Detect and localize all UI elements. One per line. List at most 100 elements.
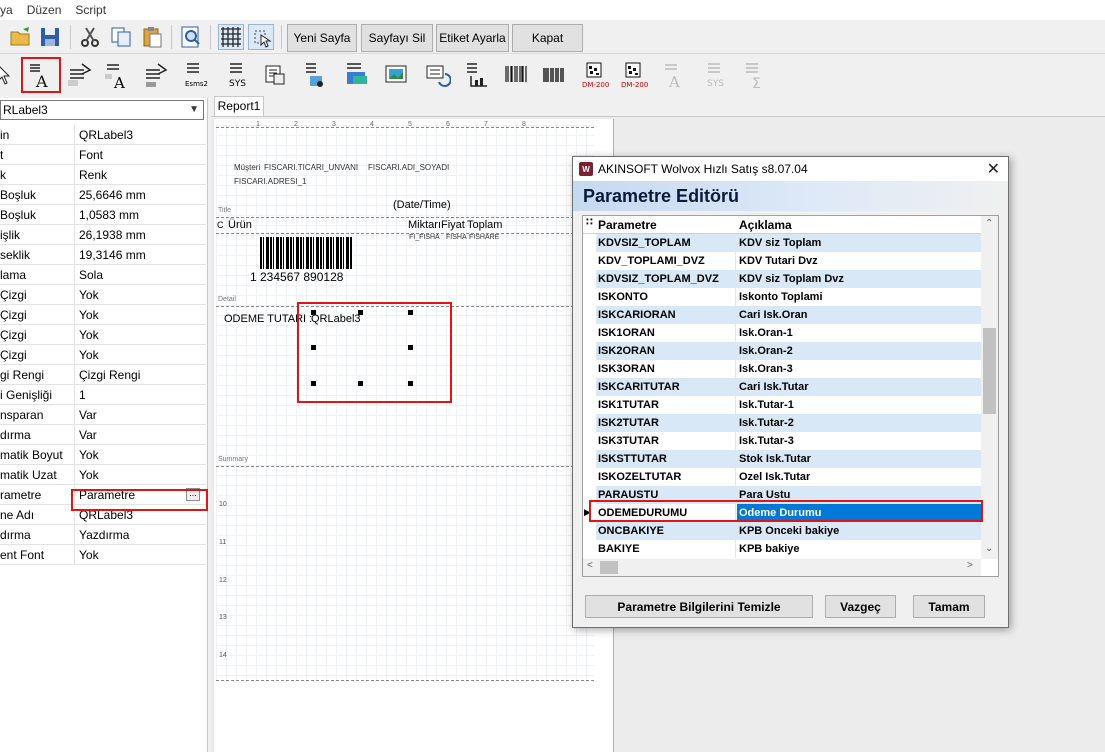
scroll-left-icon[interactable]: < bbox=[587, 560, 593, 571]
adi-soyadi-field[interactable]: FISCARI.ADI_SOYADI bbox=[368, 163, 449, 172]
property-value[interactable]: 1 bbox=[79, 385, 86, 405]
scroll-thumb[interactable] bbox=[600, 561, 618, 574]
property-row[interactable]: dırma Yazdırma bbox=[0, 525, 206, 545]
dbtext-tool-icon[interactable] bbox=[65, 59, 97, 91]
label-tool-icon[interactable]: A bbox=[21, 57, 61, 93]
property-row[interactable]: matik Uzat Yok bbox=[0, 465, 206, 485]
property-row[interactable]: Çizgi Yok bbox=[0, 345, 206, 365]
miktar-label[interactable]: Miktarı bbox=[408, 219, 441, 231]
parameter-row[interactable]: ISK2ORAN Isk.Oran-2 bbox=[596, 342, 981, 360]
parameter-row[interactable]: KDVSIZ_TOPLAM_DVZ KDV siz Toplam Dvz bbox=[596, 270, 981, 288]
vertical-scrollbar[interactable]: ⌃ ⌄ bbox=[981, 216, 998, 559]
scroll-right-icon[interactable]: > bbox=[967, 560, 973, 571]
parameter-cell[interactable]: ISKONTO bbox=[596, 288, 736, 306]
subdetail-tool-icon[interactable] bbox=[420, 59, 452, 91]
esms-tool-icon[interactable]: Esms2 bbox=[180, 59, 212, 91]
property-value[interactable]: Var bbox=[79, 425, 97, 445]
property-row[interactable]: dırma Var bbox=[0, 425, 206, 445]
property-value[interactable]: Font bbox=[79, 145, 103, 165]
snap-to-grid-icon[interactable] bbox=[248, 24, 274, 50]
property-row[interactable]: gi Rengi Çizgi Rengi bbox=[0, 365, 206, 385]
parameter-row[interactable]: ISKSTTUTAR Stok Isk.Tutar bbox=[596, 450, 981, 468]
description-cell[interactable]: Isk.Oran-3 bbox=[737, 360, 981, 378]
property-value[interactable]: Çizgi Rengi bbox=[79, 365, 140, 385]
property-row[interactable]: in QRLabel3 bbox=[0, 125, 206, 145]
property-value[interactable]: Yok bbox=[79, 345, 99, 365]
toplam-label[interactable]: Toplam bbox=[467, 219, 502, 231]
parameter-row[interactable]: ISKOZELTUTAR Ozel Isk.Tutar bbox=[596, 468, 981, 486]
memo-tool-icon[interactable] bbox=[141, 59, 173, 91]
parameter-row[interactable]: ISKONTO Iskonto Toplami bbox=[596, 288, 981, 306]
adres-field[interactable]: FISCARI.ADRESI_1 bbox=[234, 177, 306, 186]
barcode-image[interactable] bbox=[260, 237, 353, 269]
barcode-tool-icon[interactable] bbox=[500, 59, 532, 91]
parameter-cell[interactable]: KDVSIZ_TOPLAM_DVZ bbox=[596, 270, 736, 288]
system-data-tool-icon[interactable]: SYS bbox=[221, 59, 253, 91]
description-cell[interactable]: KDV Tutari Dvz bbox=[737, 252, 981, 270]
property-value[interactable]: Yok bbox=[79, 445, 99, 465]
close-icon[interactable]: ✕ bbox=[987, 159, 1000, 179]
preview-icon[interactable] bbox=[178, 24, 204, 50]
parameter-row[interactable]: ISK1TUTAR Isk.Tutar-1 bbox=[596, 396, 981, 414]
property-row[interactable]: lama Sola bbox=[0, 265, 206, 285]
fisha-field-2[interactable]: FISHA bbox=[446, 234, 467, 241]
property-value[interactable]: Yok bbox=[79, 305, 99, 325]
description-cell[interactable]: Isk.Tutar-1 bbox=[737, 396, 981, 414]
rich-text-tool-icon[interactable] bbox=[259, 59, 291, 91]
description-cell[interactable]: KDV siz Toplam Dvz bbox=[737, 270, 981, 288]
datetime-field[interactable]: (Date/Time) bbox=[393, 199, 451, 211]
menu-dosya[interactable]: ya bbox=[0, 3, 21, 17]
parameter-cell[interactable]: ISKSTTUTAR bbox=[596, 450, 736, 468]
parameter-cell[interactable]: KDV_TOPLAMI_DVZ bbox=[596, 252, 736, 270]
parameter-row[interactable]: ISK1ORAN Isk.Oran-1 bbox=[596, 324, 981, 342]
parameter-row[interactable]: ISK2TUTAR Isk.Tutar-2 bbox=[596, 414, 981, 432]
picture-tool-icon[interactable] bbox=[380, 59, 412, 91]
parameter-row[interactable]: KDVSIZ_TOPLAM KDV siz Toplam bbox=[596, 234, 981, 252]
cancel-button[interactable]: Vazgeç bbox=[825, 595, 896, 618]
urun-label[interactable]: Ürün bbox=[228, 219, 252, 231]
new-page-button[interactable]: Yeni Sayfa bbox=[287, 24, 357, 52]
image-tool-icon[interactable] bbox=[299, 59, 331, 91]
property-value[interactable]: Sola bbox=[79, 265, 103, 285]
description-cell[interactable]: Isk.Tutar-3 bbox=[737, 432, 981, 450]
description-cell[interactable]: Isk.Oran-2 bbox=[737, 342, 981, 360]
parameter-row[interactable]: ISK3TUTAR Isk.Tutar-3 bbox=[596, 432, 981, 450]
property-row[interactable]: Çizgi Yok bbox=[0, 305, 206, 325]
parameter-row[interactable]: BAKIYE KPB bakiye bbox=[596, 540, 981, 558]
parameter-cell[interactable]: ISK1TUTAR bbox=[596, 396, 736, 414]
parameter-cell[interactable]: ISK2ORAN bbox=[596, 342, 736, 360]
property-row[interactable]: matik Boyut Yok bbox=[0, 445, 206, 465]
property-value[interactable]: Yok bbox=[79, 465, 99, 485]
property-row[interactable]: ent Font Yok bbox=[0, 545, 206, 565]
property-row[interactable]: Boşluk 25,6646 mm bbox=[0, 185, 206, 205]
description-cell[interactable]: Stok Isk.Tutar bbox=[737, 450, 981, 468]
property-value[interactable]: 25,6646 mm bbox=[79, 185, 146, 205]
unvan-field[interactable]: FISCARI.TICARI_UNVANI bbox=[264, 163, 358, 172]
component-selector[interactable]: RLabel3 ▼ bbox=[0, 100, 204, 120]
tab-report1[interactable]: Report1 bbox=[214, 96, 264, 116]
dialog-titlebar[interactable]: W AKINSOFT Wolvox Hızlı Satış s8.07.04 ✕ bbox=[573, 157, 1008, 181]
pointer-icon[interactable] bbox=[0, 59, 18, 91]
shape-tool-icon[interactable] bbox=[340, 59, 372, 91]
description-cell[interactable]: KPB bakiye bbox=[737, 540, 981, 558]
cut-icon[interactable] bbox=[77, 24, 103, 50]
scroll-thumb[interactable] bbox=[983, 328, 996, 414]
parameter-row[interactable]: ONCBAKIYE KPB Onceki bakiye bbox=[596, 522, 981, 540]
close-button[interactable]: Kapat bbox=[512, 24, 583, 52]
paste-icon[interactable] bbox=[139, 24, 165, 50]
horizontal-scrollbar[interactable]: < > bbox=[583, 559, 981, 576]
parameter-row[interactable]: ISKCARIORAN Cari Isk.Oran bbox=[596, 306, 981, 324]
column-header-parametre[interactable]: Parametre bbox=[598, 218, 657, 232]
parameter-cell[interactable]: ONCBAKIYE bbox=[596, 522, 736, 540]
property-value[interactable]: 26,1938 mm bbox=[79, 225, 146, 245]
clear-parameters-button[interactable]: Parametre Bilgilerini Temizle bbox=[585, 595, 813, 618]
parameter-cell[interactable]: ISK3TUTAR bbox=[596, 432, 736, 450]
property-value[interactable]: 1,0583 mm bbox=[79, 205, 139, 225]
property-row[interactable]: Boşluk 1,0583 mm bbox=[0, 205, 206, 225]
parameter-cell[interactable]: ISKCARIORAN bbox=[596, 306, 736, 324]
fisha-field-1[interactable]: FI_FISHA bbox=[409, 234, 440, 241]
label-settings-button[interactable]: Etiket Ayarla bbox=[436, 24, 509, 52]
description-cell[interactable]: Isk.Oran-1 bbox=[737, 324, 981, 342]
property-value[interactable]: Renk bbox=[79, 165, 107, 185]
property-row[interactable]: nsparan Var bbox=[0, 405, 206, 425]
